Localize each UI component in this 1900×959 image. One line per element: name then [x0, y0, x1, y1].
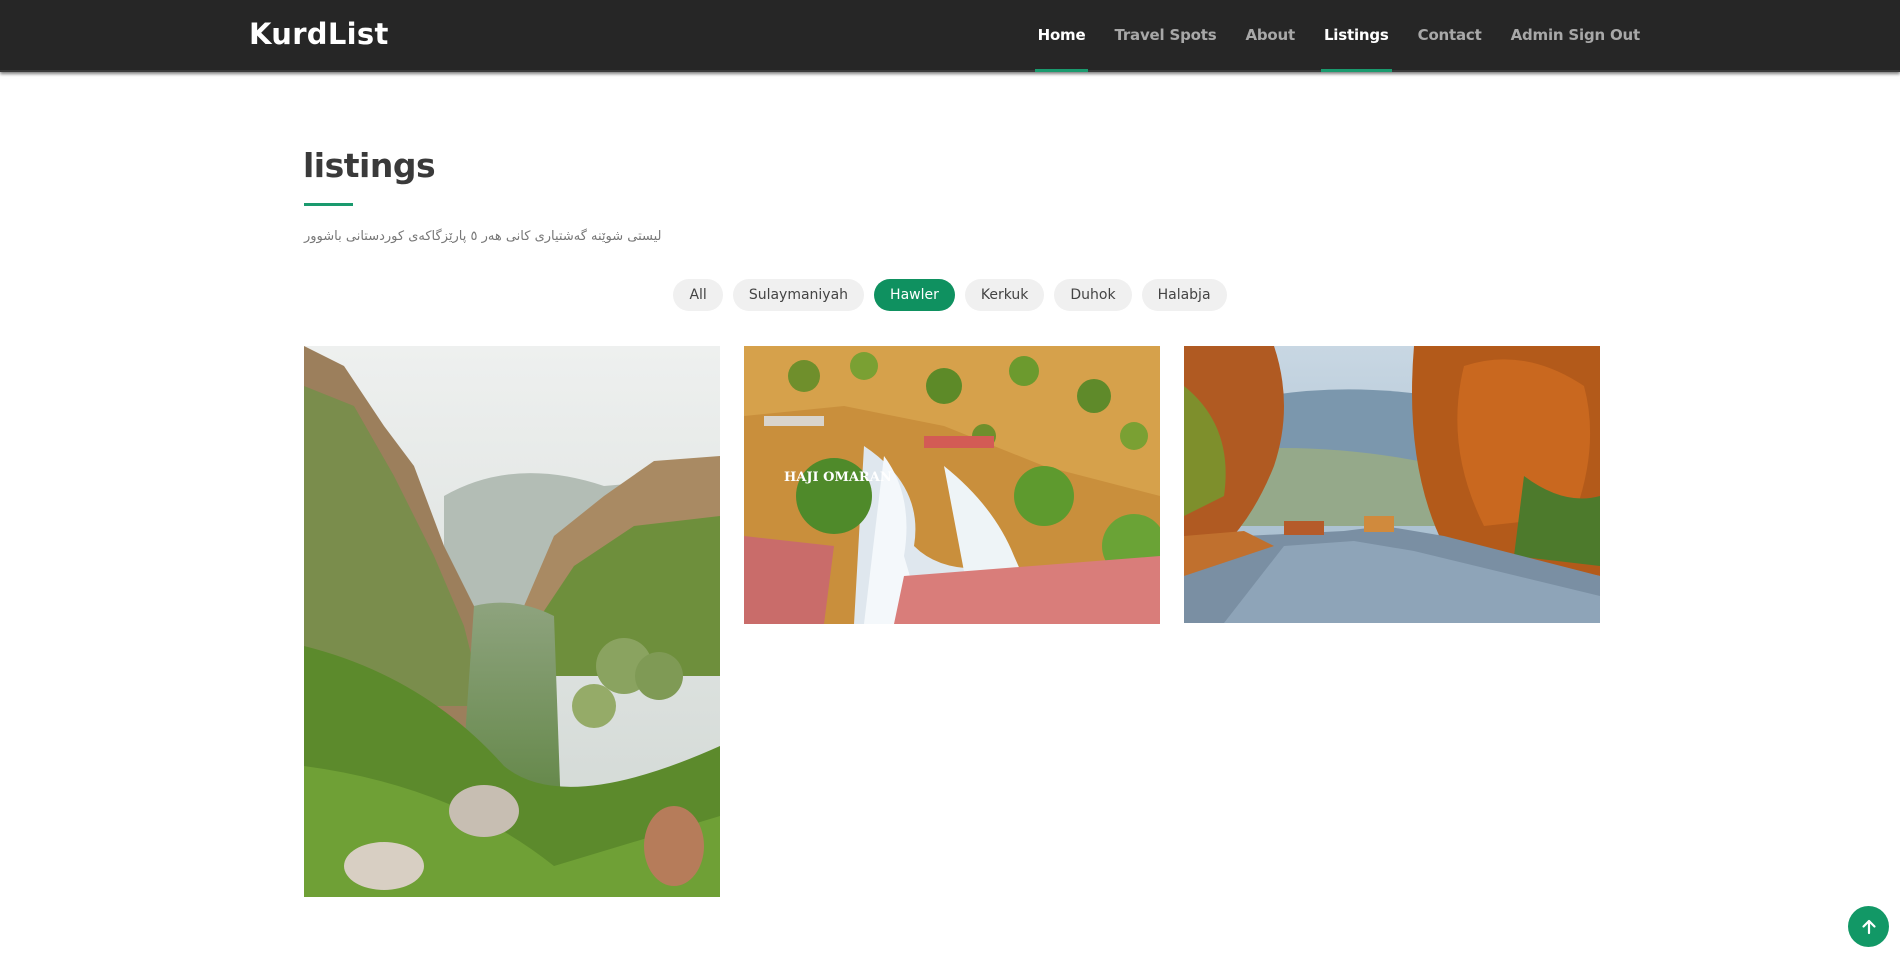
autumn-road-photo — [1184, 346, 1600, 623]
filter-halabja[interactable]: Halabja — [1141, 279, 1227, 311]
listing-card-waterfall[interactable]: HAJI OMARAN — [744, 346, 1160, 624]
listing-card-canyon[interactable] — [304, 346, 720, 897]
photo-watermark: HAJI OMARAN — [784, 470, 892, 485]
filter-all[interactable]: All — [673, 279, 723, 311]
title-underline — [304, 203, 353, 206]
nav-about[interactable]: About — [1245, 0, 1295, 70]
page-subtitle: لیستی شوێنە گەشتیاری کانی هەر ٥ پارێزگاک… — [304, 229, 662, 244]
site-logo[interactable]: KurdList — [249, 17, 389, 51]
nav-home[interactable]: Home — [1034, 0, 1089, 72]
nav-admin-sign-out[interactable]: Admin Sign Out — [1511, 0, 1641, 70]
canyon-photo — [304, 346, 720, 897]
filter-hawler[interactable]: Hawler — [874, 279, 955, 311]
listing-card-autumn-road[interactable] — [1184, 346, 1600, 623]
filter-bar: All Sulaymaniyah Hawler Kerkuk Duhok Hal… — [0, 279, 1900, 311]
nav-listings[interactable]: Listings — [1320, 0, 1392, 72]
nav-contact[interactable]: Contact — [1418, 0, 1482, 70]
waterfall-photo: HAJI OMARAN — [744, 346, 1160, 624]
page-title: listings — [303, 146, 436, 185]
top-navbar: KurdList Home Travel Spots About Listing… — [0, 0, 1900, 72]
filter-duhok[interactable]: Duhok — [1054, 279, 1132, 311]
nav-travel-spots[interactable]: Travel Spots — [1114, 0, 1216, 70]
arrow-up-icon — [1861, 919, 1876, 934]
main-nav: Home Travel Spots About Listings Contact… — [1009, 0, 1641, 72]
scroll-to-top-button[interactable] — [1848, 906, 1889, 947]
filter-sulaymaniyah[interactable]: Sulaymaniyah — [732, 279, 865, 311]
filter-kerkuk[interactable]: Kerkuk — [964, 279, 1045, 311]
